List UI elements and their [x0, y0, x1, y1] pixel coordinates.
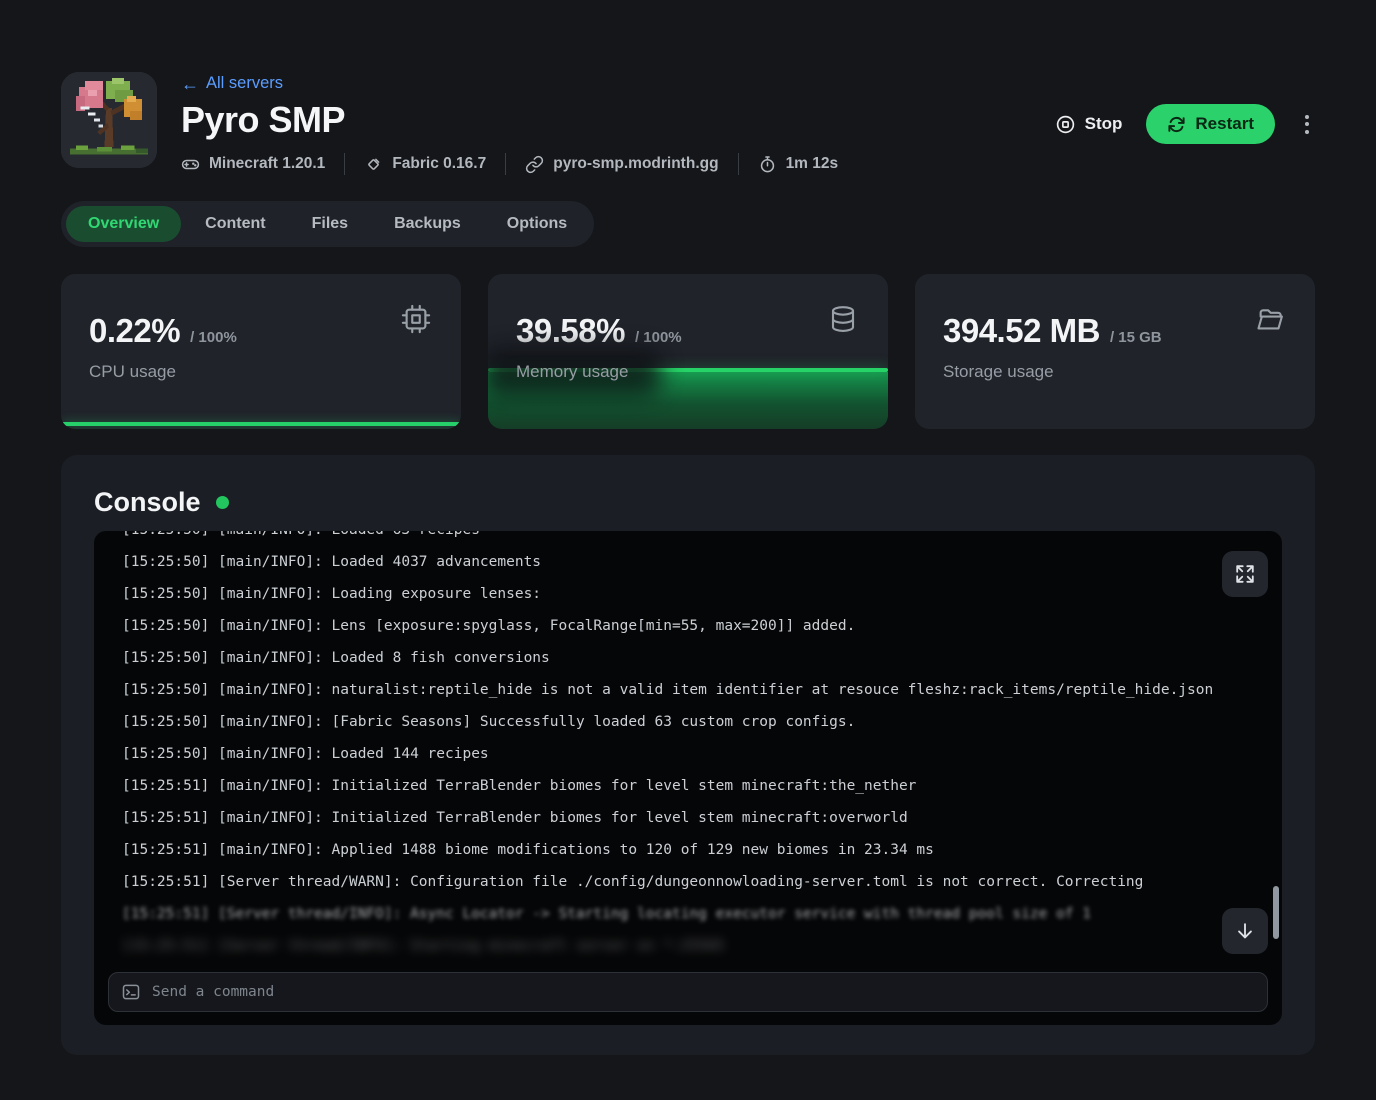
console-log-line: [15:25:50] [main/INFO]: [Fabric Seasons]… — [122, 706, 1254, 738]
tab-backups[interactable]: Backups — [372, 206, 483, 242]
status-dot — [216, 496, 229, 509]
tab-content[interactable]: Content — [183, 206, 287, 242]
back-to-all-servers-link[interactable]: ← All servers — [181, 74, 283, 93]
console-log-line: [15:25:51] [main/INFO]: Applied 1488 bio… — [122, 834, 1254, 866]
meta-uptime-label: 1m 12s — [786, 155, 839, 173]
arrow-down-icon — [1234, 920, 1256, 942]
console-log-line: [15:25:50] [main/INFO]: naturalist:repti… — [122, 674, 1254, 706]
scroll-to-bottom-button[interactable] — [1222, 908, 1268, 954]
memory-usage-max: / 100% — [635, 329, 682, 346]
meta-uptime: 1m 12s — [758, 155, 839, 174]
terminal-icon — [121, 982, 141, 1002]
restart-button[interactable]: Restart — [1146, 104, 1275, 144]
restart-icon — [1167, 115, 1186, 134]
back-arrow-icon: ← — [181, 75, 199, 93]
loader-icon — [364, 155, 383, 174]
gamepad-icon — [181, 155, 200, 174]
timer-icon — [758, 155, 777, 174]
meta-separator — [344, 153, 345, 175]
command-input-row — [108, 972, 1268, 1012]
tab-files[interactable]: Files — [290, 206, 370, 242]
meta-game-version-label: Minecraft 1.20.1 — [209, 155, 325, 173]
expand-console-button[interactable] — [1222, 551, 1268, 597]
meta-separator — [505, 153, 506, 175]
console-log-line: [15:25:51] [Server thread/INFO]: Startin… — [122, 930, 1254, 962]
console-log-line: [15:25:50] [main/INFO]: Loaded 63 recipe… — [122, 531, 1254, 546]
cpu-usage-max: / 100% — [190, 329, 237, 346]
server-actions: Stop Restart — [1055, 104, 1315, 144]
back-link-label: All servers — [206, 74, 283, 93]
console-log-line: [15:25:51] [main/INFO]: Initialized Terr… — [122, 802, 1254, 834]
server-info: ← All servers Pyro SMP Minecraft 1.20.1 — [181, 72, 838, 175]
meta-server-address[interactable]: pyro-smp.modrinth.gg — [525, 155, 718, 174]
command-input[interactable] — [152, 984, 1255, 1000]
console-header: Console — [94, 485, 1282, 519]
console-log-line: [15:25:50] [main/INFO]: Loaded 144 recip… — [122, 738, 1254, 770]
console-scrollbar-thumb[interactable] — [1273, 886, 1279, 939]
server-title: Pyro SMP — [181, 99, 838, 141]
meta-loader-version: Fabric 0.16.7 — [364, 155, 486, 174]
memory-usage-value: 39.58% — [516, 312, 625, 350]
cpu-icon — [401, 304, 431, 334]
storage-usage-card: 394.52 MB / 15 GB Storage usage — [915, 274, 1315, 429]
cpu-usage-value: 0.22% — [89, 312, 180, 350]
cpu-usage-graph-line — [61, 422, 461, 426]
console-log-line: [15:25:50] [main/INFO]: Lens [exposure:s… — [122, 610, 1254, 642]
meta-server-address-label: pyro-smp.modrinth.gg — [553, 155, 718, 173]
expand-icon — [1234, 563, 1256, 585]
console-log-line: [15:25:51] [Server thread/WARN]: Configu… — [122, 866, 1254, 898]
console-log[interactable]: [15:25:50] [main/INFO]: Loaded 63 recipe… — [94, 531, 1282, 972]
cpu-usage-card: 0.22% / 100% CPU usage — [61, 274, 461, 429]
console-log-line: [15:25:51] [main/INFO]: Initialized Terr… — [122, 770, 1254, 802]
console-log-line: [15:25:51] [Server thread/INFO]: Async L… — [122, 898, 1254, 930]
restart-button-label: Restart — [1195, 114, 1254, 134]
page: ← All servers Pyro SMP Minecraft 1.20.1 — [61, 0, 1315, 1055]
server-meta-row: Minecraft 1.20.1 Fabric 0.16.7 — [181, 153, 838, 175]
console-log-line: [15:25:50] [main/INFO]: Loaded 8 fish co… — [122, 642, 1254, 674]
database-icon — [828, 304, 858, 334]
storage-usage-value: 394.52 MB — [943, 312, 1100, 350]
stats-row: 0.22% / 100% CPU usage 39.58% / 100% — [61, 274, 1315, 429]
cpu-usage-label: CPU usage — [89, 362, 176, 382]
server-avatar — [61, 72, 157, 168]
meta-loader-version-label: Fabric 0.16.7 — [392, 155, 486, 173]
link-icon — [525, 155, 544, 174]
tab-options[interactable]: Options — [485, 206, 589, 242]
stop-icon — [1055, 114, 1076, 135]
console-terminal[interactable]: [15:25:50] [main/INFO]: Loaded 63 recipe… — [94, 531, 1282, 1025]
console-log-lines: [15:25:50] [main/INFO]: Loaded 63 recipe… — [122, 531, 1254, 962]
console-title: Console — [94, 487, 201, 518]
stop-button[interactable]: Stop — [1055, 114, 1123, 135]
tab-bar: OverviewContentFilesBackupsOptions — [61, 201, 594, 247]
console-log-line: [15:25:50] [main/INFO]: Loading exposure… — [122, 578, 1254, 610]
meta-separator — [738, 153, 739, 175]
folder-icon — [1255, 304, 1285, 334]
meta-game-version: Minecraft 1.20.1 — [181, 155, 325, 174]
storage-usage-label: Storage usage — [943, 362, 1054, 382]
seasons-tree-logo — [61, 72, 157, 168]
memory-usage-label: Memory usage — [516, 362, 628, 382]
console-card: Console [15:25:50] [main/INFO]: Loaded 6… — [61, 455, 1315, 1055]
storage-usage-max: / 15 GB — [1110, 329, 1162, 346]
server-header: ← All servers Pyro SMP Minecraft 1.20.1 — [61, 72, 1315, 175]
console-log-line: [15:25:50] [main/INFO]: Loaded 4037 adva… — [122, 546, 1254, 578]
stop-button-label: Stop — [1085, 114, 1123, 134]
tab-overview[interactable]: Overview — [66, 206, 181, 242]
kebab-menu-icon[interactable] — [1299, 109, 1315, 140]
memory-usage-card: 39.58% / 100% Memory usage — [488, 274, 888, 429]
